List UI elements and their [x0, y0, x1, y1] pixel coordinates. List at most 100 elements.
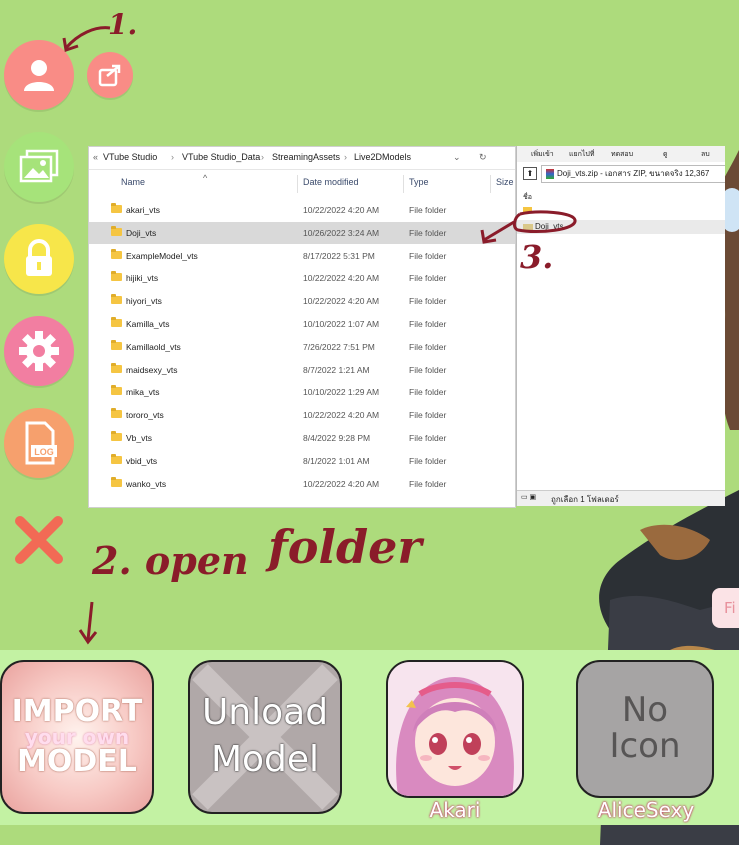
rar-toolbar-extract[interactable]: แยกไปที่	[569, 149, 594, 160]
file-date: 10/22/2022 4:20 AM	[303, 478, 380, 489]
file-row[interactable]: Doji_vts 10/26/2022 3:24 AM File folder	[89, 221, 515, 244]
folder-icon	[111, 317, 122, 327]
file-row[interactable]: hiyori_vts 10/22/2022 4:20 AM File folder	[89, 290, 515, 312]
alicesexy-model-tile[interactable]: No Icon	[576, 660, 714, 798]
column-name[interactable]: Name	[121, 177, 145, 187]
file-type: File folder	[409, 410, 447, 421]
import-line-3: MODEL	[17, 744, 137, 779]
file-name: Vb_vts	[126, 433, 152, 443]
file-date: 10/22/2022 4:20 AM	[303, 205, 380, 215]
rar-toolbar-add[interactable]: เพิ่มเข้า	[531, 149, 554, 160]
lock-icon	[26, 239, 52, 276]
file-date: 8/4/2022 9:28 PM	[303, 433, 371, 443]
archive-path-box: Doji_vts.zip - เอกสาร ZIP, ขนาดจริง 12,3…	[541, 165, 725, 183]
akari-model-tile[interactable]	[386, 660, 524, 798]
status-text: ถูกเลือก 1 โฟลเดอร์	[551, 495, 619, 504]
breadcrumb-item-1[interactable]: VTube Studio_Data	[182, 152, 260, 162]
file-explorer-window: « VTube Studio › VTube Studio_Data › Str…	[88, 146, 516, 508]
folder-icon	[111, 408, 122, 419]
file-name: Kamillaold_vts	[126, 341, 181, 352]
file-date: 10/10/2022 1:29 AM	[303, 387, 380, 398]
file-name: hiyori_vts	[126, 296, 162, 307]
file-name: maidsexy_vts	[126, 364, 178, 375]
folder-icon	[111, 476, 122, 487]
file-date: 10/22/2022 4:20 AM	[303, 410, 380, 421]
file-row[interactable]: maidsexy_vts 8/7/2022 1:21 AM File folder	[89, 359, 515, 381]
refresh-icon[interactable]: ↻	[479, 152, 487, 163]
file-row[interactable]: mika_vts 10/10/2022 1:29 AM File folder	[89, 381, 515, 403]
file-row[interactable]: ExampleModel_vts 8/17/2022 5:31 PM File fo…	[89, 245, 515, 267]
breadcrumb-item-3[interactable]: Live2DModels	[354, 152, 411, 162]
column-type[interactable]: Type	[409, 177, 429, 187]
folder-icon	[111, 225, 122, 236]
folder-icon	[111, 453, 122, 464]
rar-toolbar-delete[interactable]: ลบ	[701, 149, 710, 160]
file-type: File folder	[409, 478, 447, 489]
file-type: File folder	[409, 364, 447, 375]
close-icon[interactable]	[14, 515, 64, 565]
zip-icon	[546, 169, 554, 179]
archive-window: เพิ่มเข้า แยกไปที่ ทดสอบ ดู ลบ ⬆ Doji_vt…	[516, 146, 725, 506]
breadcrumb: « VTube Studio › VTube Studio_Data › Str…	[89, 147, 515, 170]
import-line-1: IMPORT	[11, 694, 143, 729]
file-row[interactable]: Vb_vts 8/4/2022 9:28 PM File folder	[89, 427, 515, 449]
column-size[interactable]: Size	[496, 177, 514, 187]
import-model-tile[interactable]: IMPORT your own MODEL	[0, 660, 154, 814]
unload-model-tile[interactable]: Unload Model	[188, 660, 342, 814]
share-icon	[98, 64, 121, 87]
no-icon-line-2: Icon	[609, 726, 681, 766]
file-date: 10/22/2022 4:20 AM	[303, 296, 380, 307]
file-type: File folder	[409, 455, 447, 466]
folder-icon	[111, 385, 122, 396]
file-row[interactable]: vbid_vts 8/1/2022 1:01 AM File folder	[89, 450, 515, 472]
rar-toolbar-view[interactable]: ดู	[663, 149, 668, 160]
file-name: tororo_vts	[126, 410, 164, 421]
file-type: File folder	[409, 319, 447, 329]
breadcrumb-item-2[interactable]: StreamingAssets	[272, 152, 340, 162]
file-row[interactable]: Kamillaold_vts 7/26/2022 7:51 PM File fold…	[89, 336, 515, 358]
settings-button[interactable]	[4, 316, 74, 386]
file-row[interactable]: akari_vts 10/22/2022 4:20 AM File folder	[89, 199, 515, 221]
folder-icon	[111, 203, 122, 213]
unload-line-2: Model	[210, 739, 320, 780]
gear-icon	[19, 331, 59, 371]
background-button[interactable]	[4, 132, 74, 202]
file-row[interactable]: Kamilla_vts 10/10/2022 1:07 AM File folder	[89, 313, 515, 335]
file-type: File folder	[409, 387, 447, 398]
file-row[interactable]: tororo_vts 10/22/2022 4:20 AM File folder	[89, 404, 515, 426]
file-date: 10/22/2022 4:20 AM	[303, 273, 380, 284]
file-type: File folder	[409, 433, 447, 443]
images-icon	[19, 149, 59, 183]
chevron-down-icon[interactable]: ⌄	[453, 152, 461, 163]
breadcrumb-item-0[interactable]: VTube Studio	[103, 152, 157, 162]
annotation-step-3: 3.	[520, 238, 554, 276]
file-date: 8/1/2022 1:01 AM	[303, 455, 370, 466]
file-date: 10/26/2022 3:24 AM	[303, 227, 380, 238]
file-type: File folder	[409, 250, 447, 261]
alicesexy-label: AliceSexy	[597, 798, 695, 822]
folder-icon	[111, 431, 122, 441]
up-folder-icon[interactable]: ⬆	[523, 167, 537, 180]
file-type: File folder	[409, 273, 447, 284]
file-row[interactable]: wanko_vts 10/22/2022 4:20 AM File folder	[89, 473, 515, 495]
file-name: hijiki_vts	[126, 273, 159, 284]
lock-button[interactable]	[4, 224, 74, 294]
log-icon: LOG	[25, 421, 57, 465]
sort-icon: ^	[203, 173, 208, 183]
log-button[interactable]: LOG	[4, 408, 74, 478]
annotation-arrow-2	[78, 601, 98, 645]
rar-col-name[interactable]: ชื่อ	[523, 192, 532, 203]
column-date[interactable]: Date modified	[303, 177, 359, 187]
file-date: 8/17/2022 5:31 PM	[303, 250, 375, 261]
side-partial-label: Fi	[724, 599, 736, 617]
file-name: Doji_vts	[126, 227, 157, 238]
side-partial-button[interactable]: Fi	[712, 588, 739, 628]
log-label: LOG	[34, 447, 54, 457]
file-type: File folder	[409, 227, 447, 238]
unload-line-1: Unload	[201, 692, 329, 734]
file-date: 10/10/2022 1:07 AM	[303, 319, 380, 329]
rar-toolbar-test[interactable]: ทดสอบ	[611, 149, 633, 160]
file-row[interactable]: hijiki_vts 10/22/2022 4:20 AM File folder	[89, 267, 515, 289]
file-name: wanko_vts	[126, 478, 167, 489]
file-date: 7/26/2022 7:51 PM	[303, 341, 375, 352]
